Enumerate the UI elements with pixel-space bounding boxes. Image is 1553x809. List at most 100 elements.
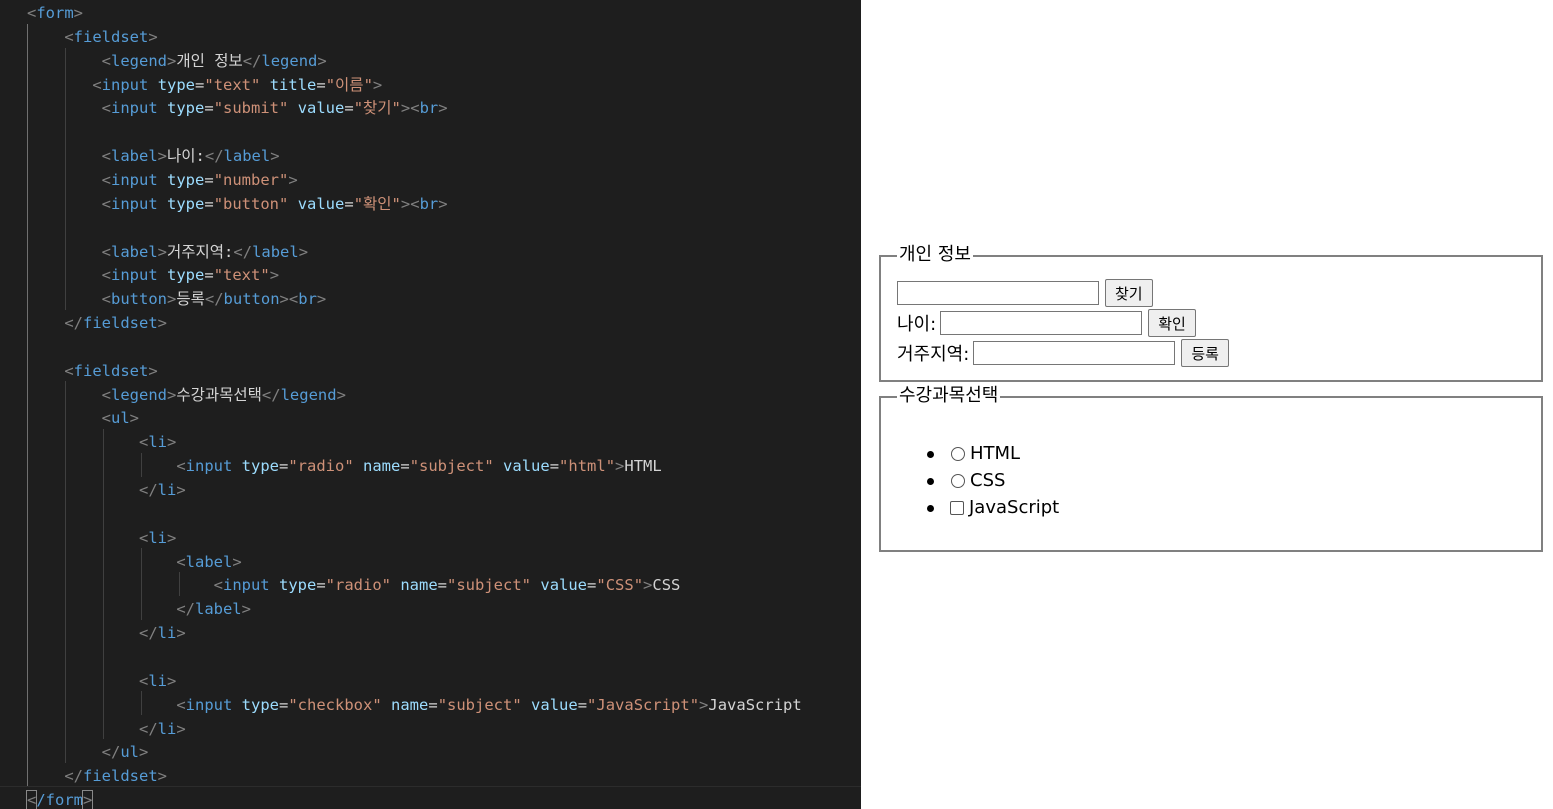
code-token: "확인" [353,194,401,213]
code-token: value [540,576,588,595]
code-token: > [372,75,383,94]
code-token: < [176,457,186,476]
code-token: fieldset [83,314,158,333]
code-token: < [101,290,111,309]
code-token: > [438,99,448,118]
code-token: value [297,194,345,213]
code-token: = [549,457,560,476]
code-token: type [157,75,196,94]
radio-css[interactable] [951,473,965,488]
code-token: label [194,600,242,619]
code-token: > [167,433,177,452]
item-label-javascript: JavaScript [969,497,1060,518]
code-token: li [157,481,177,499]
code-token: "subject" [437,695,522,714]
code-token: > [81,790,94,809]
name-input[interactable] [897,281,1099,305]
code-line: <input type="radio" name="subject" value… [27,454,661,478]
radio-html[interactable] [951,446,965,461]
code-token: 수강과목선택 [176,385,262,404]
code-token: legend [111,385,167,404]
search-button[interactable]: 찾기 [1105,279,1153,307]
code-token: < [101,409,111,428]
code-token: < [101,170,111,189]
code-token: > [167,385,177,404]
code-token: </ [204,147,224,166]
code-line: <legend>개인 정보</legend> [27,49,327,73]
code-token: label [185,552,233,571]
fieldset-course-select: 수강과목선택 HTML CSS JavaScript [879,384,1543,552]
code-token: < [101,385,111,404]
code-token: > [298,242,309,261]
code-token: type [241,457,279,476]
code-token: li [157,624,177,643]
code-token: = [204,266,214,285]
code-token: label [111,242,158,261]
code-token: </ [204,290,224,309]
code-line: <ul> [27,406,139,430]
code-token: type [279,576,317,595]
code-token: fieldset [83,767,158,786]
code-editor[interactable]: <form> <fieldset> <legend>개인 정보</legend>… [0,0,861,809]
code-token: CSS [652,576,681,595]
code-token: = [344,194,354,213]
code-token: name [400,576,438,595]
code-token: button [111,290,167,309]
code-token: > [279,290,289,309]
code-token: /form [36,791,84,809]
code-line: <input type="text" title="이름"> [27,73,382,97]
code-line: <label> [27,550,242,574]
row-name: 찾기 [897,278,1153,308]
code-token: > [167,528,177,547]
code-token: > [232,552,242,571]
code-token: li [148,671,167,690]
age-input[interactable] [940,311,1143,335]
code-token: ul [120,743,139,762]
code-token: br [298,290,317,309]
list-bullet [927,505,934,512]
code-token: li [148,433,167,452]
code-line: <fieldset> [27,25,157,49]
region-label: 거주지역: [897,344,970,365]
code-line: <input type="radio" name="subject" value… [27,573,681,597]
code-token: > [316,290,327,309]
code-token: 나이: [167,147,205,166]
code-token: "number" [213,170,289,189]
code-token: "radio" [288,457,354,476]
region-input[interactable] [973,341,1176,365]
checkbox-javascript[interactable] [950,500,964,515]
code-token: form [36,4,74,22]
age-label: 나이: [897,314,937,335]
browser-preview: 개인 정보 찾기 나이: 확인 거주지역: 등록 수강과목선택 HTML CSS… [861,0,1553,809]
code-line: <li> [27,669,176,693]
confirm-button[interactable]: 확인 [1148,309,1196,337]
code-token: li [157,719,177,738]
code-token: title [269,75,317,94]
code-token: > [167,290,177,309]
code-token: > [157,314,167,333]
code-token: label [111,147,158,166]
code-line: <input type="button" value="확인"><br> [27,192,448,216]
code-token: "html" [559,457,616,476]
register-button[interactable]: 등록 [1181,339,1229,367]
code-token: </ [64,767,83,786]
code-token: </ [64,314,83,333]
